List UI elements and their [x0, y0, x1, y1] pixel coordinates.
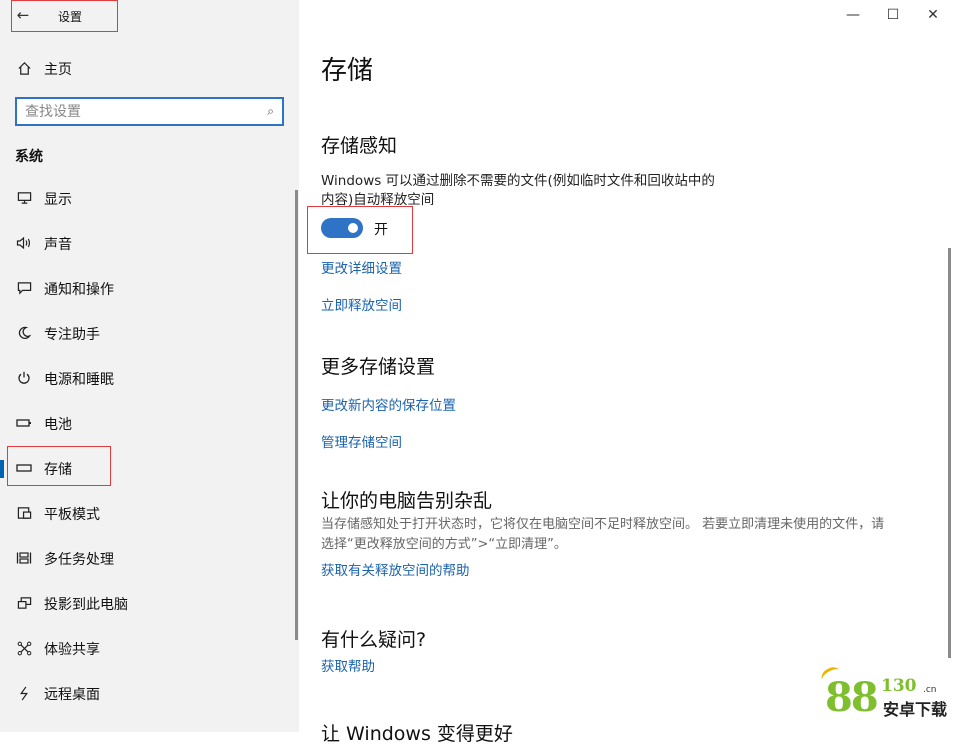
- feedback-heading: 让 Windows 变得更好: [321, 723, 513, 745]
- storage-sense-heading: 存储感知: [321, 135, 398, 157]
- toggle-switch[interactable]: [321, 218, 363, 238]
- share-icon: [14, 638, 34, 658]
- maximize-button[interactable]: ☐: [873, 4, 913, 26]
- power-icon: [14, 368, 34, 388]
- sidebar-item-notifications[interactable]: 通知和操作: [0, 273, 299, 303]
- storage-sense-desc-line1: Windows 可以通过删除不需要的文件(例如临时文件和回收站中的: [321, 173, 715, 189]
- back-arrow-icon: ←: [16, 6, 30, 24]
- speaker-icon: [14, 233, 34, 253]
- search-icon[interactable]: ⌕: [267, 104, 274, 119]
- window-controls: — ☐ ✕: [813, 0, 953, 30]
- sidebar-scrollbar[interactable]: [295, 190, 298, 640]
- free-space-help-link[interactable]: 获取有关释放空间的帮助: [321, 559, 470, 579]
- sidebar-item-storage[interactable]: 存储: [0, 453, 299, 483]
- watermark-domain: .cn: [923, 685, 937, 695]
- selection-indicator: [0, 460, 4, 478]
- get-help-link[interactable]: 获取帮助: [321, 655, 375, 675]
- sidebar-item-shared[interactable]: 体验共享: [0, 633, 299, 663]
- app-title: 设置: [58, 10, 83, 24]
- tablet-icon: [14, 503, 34, 523]
- sidebar-item-label: 通知和操作: [44, 282, 114, 298]
- search-input[interactable]: [25, 103, 255, 121]
- free-space-now-link[interactable]: 立即释放空间: [321, 294, 402, 314]
- sidebar-item-power[interactable]: 电源和睡眠: [0, 363, 299, 393]
- declutter-desc-line1: 当存储感知处于打开状态时，它将仅在电脑空间不足时释放空间。 若要立即清理未使用的…: [321, 517, 885, 532]
- close-button[interactable]: ✕: [913, 4, 953, 26]
- sidebar-item-label: 声音: [44, 237, 72, 253]
- multitask-icon: [14, 548, 34, 568]
- sidebar-item-display[interactable]: 显示: [0, 183, 299, 213]
- search-box[interactable]: ⌕: [15, 97, 284, 126]
- sidebar-item-label: 投影到此电脑: [44, 597, 128, 613]
- watermark-130: 130: [881, 676, 917, 696]
- sidebar-section-title: 系统: [15, 149, 43, 165]
- sidebar-item-projecting[interactable]: 投影到此电脑: [0, 588, 299, 618]
- remote-desktop-icon: [14, 683, 34, 703]
- toggle-label: 开: [374, 222, 388, 238]
- sidebar-item-home[interactable]: 主页: [0, 56, 299, 80]
- sidebar: ← 设置 主页 ⌕ 系统 显示 声音 通知和操作 专注助手: [0, 0, 299, 732]
- content-scrollbar[interactable]: [948, 248, 951, 658]
- change-save-location-link[interactable]: 更改新内容的保存位置: [321, 394, 456, 414]
- manage-storage-spaces-link[interactable]: 管理存储空间: [321, 431, 402, 451]
- sidebar-item-label: 主页: [44, 62, 72, 78]
- watermark-text: 安卓下载: [883, 700, 948, 719]
- message-icon: [14, 278, 34, 298]
- main-content: — ☐ ✕ 存储 存储感知 Windows 可以通过删除不需要的文件(例如临时文…: [299, 0, 953, 745]
- sidebar-item-label: 专注助手: [44, 327, 100, 343]
- watermark-logo: 88 130 .cn 安卓下载: [818, 664, 953, 732]
- storage-icon: [14, 458, 34, 478]
- more-storage-heading: 更多存储设置: [321, 356, 436, 378]
- sidebar-item-remote[interactable]: 远程桌面: [0, 678, 299, 708]
- declutter-heading: 让你的电脑告别杂乱: [321, 490, 493, 512]
- sidebar-item-battery[interactable]: 电池: [0, 408, 299, 438]
- page-title: 存储: [321, 56, 374, 86]
- configure-storage-sense-link[interactable]: 更改详细设置: [321, 257, 402, 277]
- battery-icon: [14, 413, 34, 433]
- monitor-icon: [14, 188, 34, 208]
- watermark-88: 88: [825, 674, 879, 721]
- sidebar-item-label: 存储: [44, 462, 72, 478]
- project-icon: [14, 593, 34, 613]
- sidebar-item-label: 电源和睡眠: [44, 372, 114, 388]
- questions-heading: 有什么疑问?: [321, 629, 427, 651]
- home-icon: [14, 58, 34, 78]
- storage-sense-desc-line2: 内容)自动释放空间: [321, 192, 435, 208]
- sidebar-item-sound[interactable]: 声音: [0, 228, 299, 258]
- sidebar-item-multitasking[interactable]: 多任务处理: [0, 543, 299, 573]
- sidebar-item-label: 远程桌面: [44, 687, 100, 703]
- sidebar-item-tablet[interactable]: 平板模式: [0, 498, 299, 528]
- sidebar-item-label: 体验共享: [44, 642, 100, 658]
- sidebar-item-focus[interactable]: 专注助手: [0, 318, 299, 348]
- sidebar-item-label: 电池: [44, 417, 72, 433]
- minimize-button[interactable]: —: [833, 4, 873, 26]
- sidebar-item-label: 平板模式: [44, 507, 100, 523]
- declutter-desc-line2: 选择“更改释放空间的方式”>“立即清理”。: [321, 537, 567, 552]
- sidebar-item-label: 多任务处理: [44, 552, 114, 568]
- back-button[interactable]: ←: [12, 4, 34, 26]
- toggle-knob: [348, 223, 358, 233]
- moon-icon: [14, 323, 34, 343]
- title-bar: ← 设置: [0, 0, 299, 32]
- sidebar-item-label: 显示: [44, 192, 72, 208]
